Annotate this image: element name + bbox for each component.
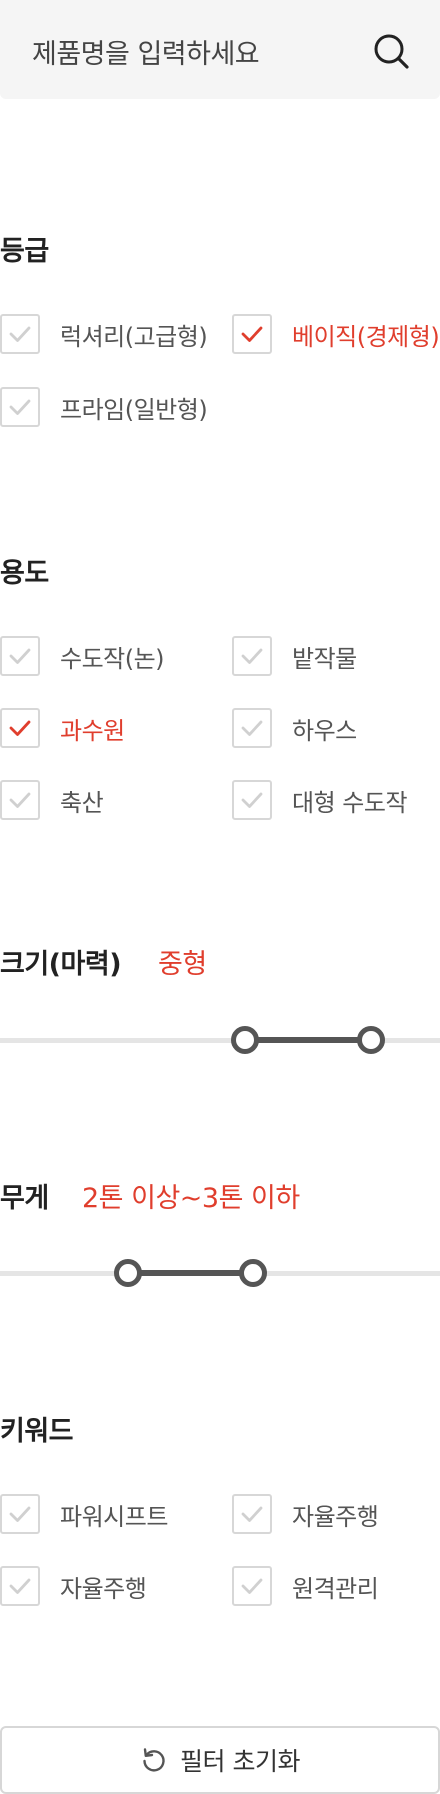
checkbox-label: 수도작(논) xyxy=(60,644,165,673)
keyword-title: 키워드 xyxy=(0,1416,74,1447)
checkbox[interactable] xyxy=(0,636,40,676)
keyword-option-remote[interactable]: 원격관리 xyxy=(232,1566,379,1606)
checkbox[interactable] xyxy=(232,314,272,354)
search-bar[interactable]: 제품명을 입력하세요 xyxy=(0,0,440,99)
usage-option-paddy[interactable]: 수도작(논) xyxy=(0,636,165,676)
keyword-option-autonomous-2[interactable]: 자율주행 xyxy=(0,1566,147,1606)
check-icon xyxy=(241,1578,263,1594)
check-icon xyxy=(241,720,263,736)
checkbox-label: 원격관리 xyxy=(292,1574,379,1603)
weight-title: 무게 xyxy=(0,1183,49,1214)
checkbox[interactable] xyxy=(0,780,40,820)
checkbox[interactable] xyxy=(0,1494,40,1534)
usage-option-house[interactable]: 하우스 xyxy=(232,708,357,748)
check-icon xyxy=(9,792,31,808)
checkbox[interactable] xyxy=(232,1566,272,1606)
usage-title: 용도 xyxy=(0,558,49,589)
checkbox[interactable] xyxy=(232,708,272,748)
size-value: 중형 xyxy=(158,949,207,980)
slider-selected-range xyxy=(245,1037,371,1043)
search-input[interactable]: 제품명을 입력하세요 xyxy=(32,32,260,71)
checkbox-label: 과수원 xyxy=(60,716,125,745)
usage-option-livestock[interactable]: 축산 xyxy=(0,780,104,820)
checkbox-label: 하우스 xyxy=(292,716,357,745)
checkbox[interactable] xyxy=(0,314,40,354)
check-icon xyxy=(9,399,31,415)
check-icon xyxy=(241,792,263,808)
check-icon xyxy=(241,326,263,342)
checkbox-label: 대형 수도작 xyxy=(292,788,408,817)
checkbox-label: 프라임(일반형) xyxy=(60,395,208,424)
weight-value: 2톤 이상~3톤 이하 xyxy=(82,1183,300,1214)
size-title: 크기(마력) xyxy=(0,949,122,980)
checkbox[interactable] xyxy=(232,1494,272,1534)
reset-filter-label: 필터 초기화 xyxy=(180,1747,300,1776)
check-icon xyxy=(9,1506,31,1522)
checkbox[interactable] xyxy=(232,636,272,676)
usage-option-orchard[interactable]: 과수원 xyxy=(0,708,125,748)
grade-option-basic[interactable]: 베이직(경제형) xyxy=(232,314,440,354)
slider-min-handle[interactable] xyxy=(113,1259,142,1287)
checkbox[interactable] xyxy=(0,1566,40,1606)
slider-max-handle[interactable] xyxy=(239,1259,267,1287)
grade-option-luxury[interactable]: 럭셔리(고급형) xyxy=(0,314,208,354)
checkbox-label: 자율주행 xyxy=(60,1574,147,1603)
usage-option-field[interactable]: 밭작물 xyxy=(232,636,357,676)
slider-min-handle[interactable] xyxy=(231,1026,260,1054)
checkbox[interactable] xyxy=(0,708,40,748)
size-range-slider[interactable] xyxy=(0,1025,440,1055)
keyword-option-powershift[interactable]: 파워시프트 xyxy=(0,1494,168,1534)
slider-selected-range xyxy=(127,1270,253,1276)
check-icon xyxy=(9,720,31,736)
check-icon xyxy=(241,1506,263,1522)
checkbox-label: 파워시프트 xyxy=(60,1502,168,1531)
checkbox-label: 밭작물 xyxy=(292,644,357,673)
usage-option-large-paddy[interactable]: 대형 수도작 xyxy=(232,780,408,820)
checkbox-label: 축산 xyxy=(60,788,104,817)
check-icon xyxy=(241,648,263,664)
checkbox[interactable] xyxy=(232,780,272,820)
grade-option-prime[interactable]: 프라임(일반형) xyxy=(0,387,208,427)
checkbox-label: 베이직(경제형) xyxy=(292,322,440,351)
checkbox-label: 자율주행 xyxy=(292,1502,379,1531)
check-icon xyxy=(9,1578,31,1594)
checkbox-label: 럭셔리(고급형) xyxy=(60,322,208,351)
slider-max-handle[interactable] xyxy=(356,1026,385,1054)
refresh-icon xyxy=(143,1748,165,1772)
check-icon xyxy=(9,648,31,664)
grade-title: 등급 xyxy=(0,236,49,267)
checkbox[interactable] xyxy=(0,387,40,427)
weight-range-slider[interactable] xyxy=(0,1258,440,1288)
search-icon[interactable] xyxy=(372,32,410,70)
check-icon xyxy=(9,326,31,342)
keyword-option-autonomous[interactable]: 자율주행 xyxy=(232,1494,379,1534)
reset-filter-button[interactable]: 필터 초기화 xyxy=(0,1726,440,1794)
